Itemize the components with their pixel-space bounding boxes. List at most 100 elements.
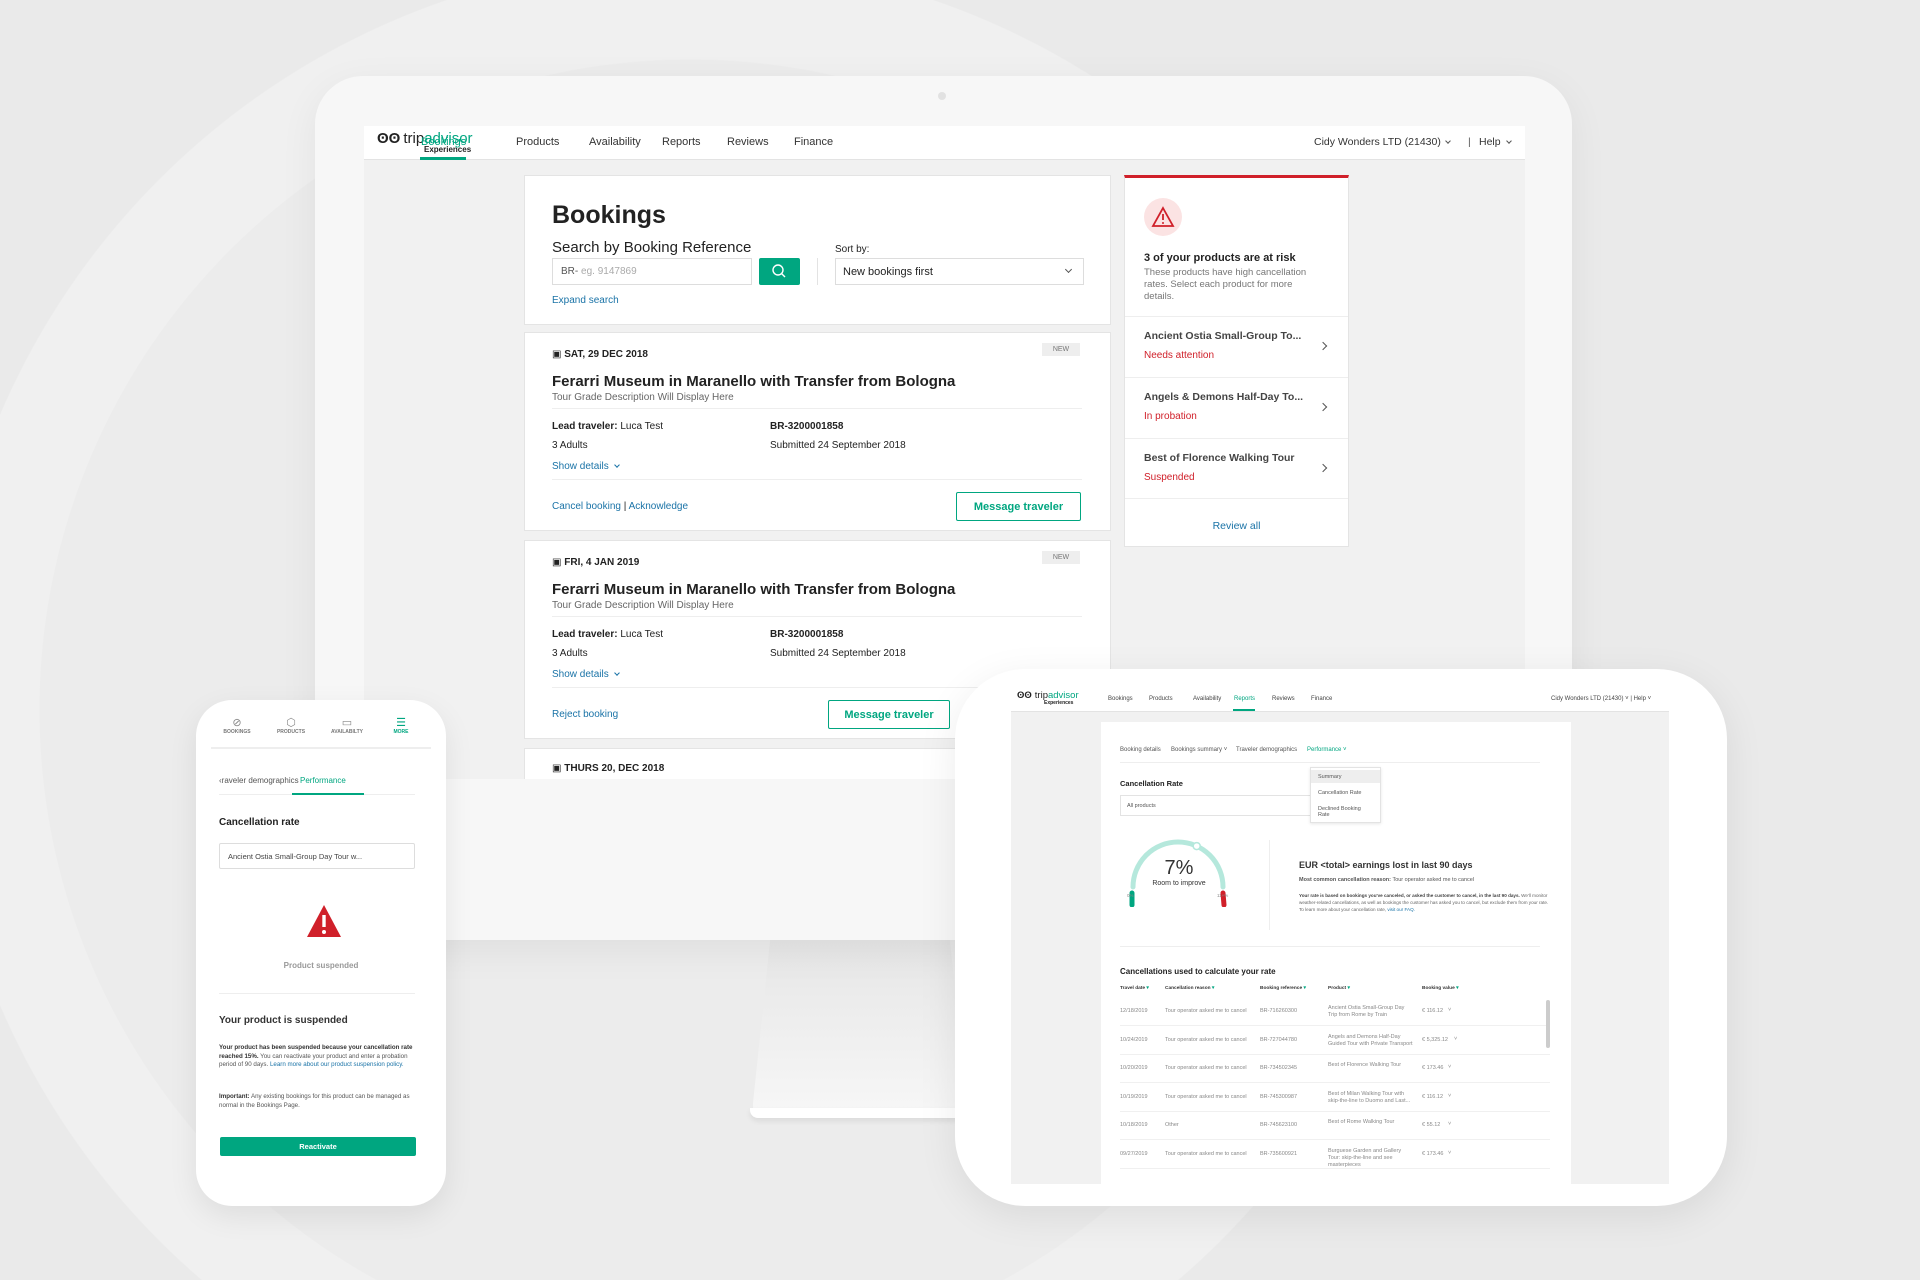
message-traveler-button[interactable]: Message traveler [828, 700, 950, 729]
divider [1269, 840, 1270, 930]
risk-item[interactable]: Best of Florence Walking Tour Suspended [1125, 438, 1348, 499]
column-header[interactable]: Booking value ▾ [1422, 986, 1459, 991]
tab-more[interactable]: ☰ MORE [381, 716, 421, 735]
table-row[interactable]: 10/24/2019 Tour operator asked me to canc… [1120, 1027, 1550, 1055]
expand-row-icon[interactable]: ˅ [1448, 1150, 1451, 1157]
acknowledge-link[interactable]: Acknowledge [629, 501, 688, 512]
tab-label: MORE [393, 729, 409, 735]
message-traveler-button[interactable]: Message traveler [956, 492, 1081, 521]
table-cell: Tour operator asked me to cancel [1165, 1150, 1247, 1157]
suspension-policy-link[interactable]: Learn more about our product suspension … [270, 1061, 404, 1068]
nav-availability[interactable]: Availability [589, 136, 641, 148]
expand-row-icon[interactable]: ˅ [1448, 1064, 1451, 1071]
table-cell: Other [1165, 1122, 1179, 1128]
booking-date-text: SAT, 29 DEC 2018 [564, 349, 648, 360]
subtab-performance[interactable]: Performance [300, 776, 346, 785]
booking-card: ▣ SAT, 29 DEC 2018 NEW Ferarri Museum in… [524, 332, 1111, 531]
risk-item-status: In probation [1144, 411, 1197, 422]
calendar-icon: ▣ [552, 763, 562, 774]
nav-availability[interactable]: Availability [1193, 696, 1221, 702]
chevron-right-icon [1318, 402, 1328, 412]
sort-arrow-icon: ▾ [1346, 986, 1350, 991]
nav-reviews[interactable]: Reviews [1272, 696, 1295, 702]
booking-description: Tour Grade Description Will Display Here [552, 600, 734, 611]
expand-row-icon[interactable]: ˅ [1448, 1093, 1451, 1100]
help-menu[interactable]: Help [1479, 136, 1512, 148]
help-menu[interactable]: Help [1634, 696, 1646, 702]
dropdown-item-declined-booking-rate[interactable]: Declined Booking Rate [1311, 802, 1380, 818]
dropdown-item-summary[interactable]: Summary [1311, 770, 1380, 783]
table-row[interactable]: 10/20/2019 Tour operator asked me to canc… [1120, 1055, 1550, 1083]
expand-row-icon[interactable]: ˅ [1448, 1121, 1451, 1128]
show-details-toggle[interactable]: Show details [552, 669, 621, 680]
account-menu[interactable]: Cidy Wonders LTD (21430) [1314, 136, 1453, 148]
search-label: Search by Booking Reference [552, 239, 752, 256]
expand-row-icon[interactable]: ˅ [1454, 1036, 1457, 1043]
tab-products[interactable]: ⬡ PRODUCTS [271, 716, 311, 735]
column-header[interactable]: Cancellation reason ▾ [1165, 986, 1214, 991]
risk-item[interactable]: Ancient Ostia Small-Group To... Needs at… [1125, 316, 1348, 377]
lead-traveler: Lead traveler: Luca Test [552, 629, 663, 640]
table-cell: 09/27/2019 [1120, 1150, 1148, 1157]
subtab-prev[interactable]: ‹raveler demographics [219, 776, 299, 785]
reject-booking-link[interactable]: Reject booking [552, 709, 618, 720]
table-row[interactable]: 10/18/2019 Other BR-745623100 Best of Rome … [1120, 1112, 1550, 1140]
review-all-link[interactable]: Review all [1125, 520, 1348, 532]
table-cell: Tour operator asked me to cancel [1165, 1036, 1247, 1043]
reactivate-button[interactable]: Reactivate [220, 1137, 416, 1156]
help-label: Help [1479, 136, 1501, 148]
table-cell: Tour operator asked me to cancel [1165, 1093, 1247, 1100]
subtab-booking-details[interactable]: Booking details [1120, 747, 1161, 753]
important-label: Important: [219, 1093, 250, 1100]
sort-select[interactable]: New bookings first [835, 258, 1084, 285]
divider [552, 616, 1082, 617]
common-reason: Most common cancellation reason: Tour op… [1299, 877, 1474, 883]
faq-link[interactable]: visit our FAQ. [1387, 907, 1415, 912]
nav-reviews[interactable]: Reviews [727, 136, 769, 148]
warning-icon [1144, 198, 1182, 236]
lead-name: Luca Test [620, 629, 663, 640]
column-header[interactable]: Product ▾ [1328, 986, 1350, 991]
nav-bookings[interactable]: Bookings [1108, 696, 1133, 702]
column-header[interactable]: Travel date ▾ [1120, 986, 1149, 991]
table-header: Travel date ▾ Cancellation reason ▾ Bookin… [1120, 984, 1550, 998]
expand-row-icon[interactable]: ˅ [1448, 1007, 1451, 1014]
nav-reports[interactable]: Reports [662, 136, 701, 148]
tripadvisor-logo[interactable]: ʘʘ tripadvisor Experiences [1017, 690, 1079, 706]
search-button[interactable] [759, 258, 800, 285]
cancellations-table: Travel date ▾ Cancellation reason ▾ Bookin… [1120, 984, 1550, 1184]
tablet-top-nav: ʘʘ tripadvisor Experiences Bookings Produ… [1011, 687, 1669, 712]
nav-products[interactable]: Products [1149, 696, 1173, 702]
tab-label: AVAILABILTY [331, 729, 363, 735]
tab-availability[interactable]: ▭ AVAILABILTY [323, 716, 371, 735]
booking-date: ▣ THURS 20, DEC 2018 [552, 763, 664, 774]
table-scrollbar[interactable] [1546, 1000, 1550, 1048]
account-menu[interactable]: Cidy Wonders LTD (21430) ˅ | Help ˅ [1551, 696, 1651, 702]
show-details-toggle[interactable]: Show details [552, 461, 621, 472]
product-select-value: Ancient Ostia Small-Group Day Tour w... [228, 852, 363, 861]
traveler-count: 3 Adults [552, 648, 588, 659]
submitted-date: Submitted 24 September 2018 [770, 440, 906, 451]
expand-search-link[interactable]: Expand search [552, 295, 619, 306]
subtab-bookings-summary[interactable]: Bookings summary ˅ [1171, 747, 1227, 753]
booking-reference-input[interactable]: BR- eg. 9147869 [552, 258, 752, 285]
subtab-active-indicator [292, 793, 364, 795]
dropdown-item-cancellation-rate[interactable]: Cancellation Rate [1311, 786, 1380, 799]
table-row[interactable]: 09/27/2019 Tour operator asked me to canc… [1120, 1141, 1550, 1169]
subtab-performance[interactable]: Performance ˅ [1307, 747, 1347, 753]
table-row[interactable]: 12/18/2019 Tour operator asked me to canc… [1120, 998, 1550, 1026]
subtab-traveler-demographics[interactable]: Traveler demographics [1236, 747, 1297, 753]
nav-reports[interactable]: Reports [1234, 696, 1255, 702]
sort-value: New bookings first [843, 266, 933, 278]
table-row[interactable]: 10/19/2019 Tour operator asked me to canc… [1120, 1084, 1550, 1112]
input-placeholder: eg. 9147869 [581, 266, 637, 277]
nav-finance[interactable]: Finance [1311, 696, 1332, 702]
risk-item[interactable]: Angels & Demons Half-Day To... In probat… [1125, 377, 1348, 438]
nav-products[interactable]: Products [516, 136, 559, 148]
cancel-booking-link[interactable]: Cancel booking [552, 501, 621, 512]
nav-finance[interactable]: Finance [794, 136, 833, 148]
tab-bookings[interactable]: ⊘ BOOKINGS [217, 716, 257, 735]
nav-bookings[interactable]: Bookings [421, 136, 466, 148]
product-select[interactable]: Ancient Ostia Small-Group Day Tour w... [219, 843, 415, 869]
column-header[interactable]: Booking reference ▾ [1260, 986, 1306, 991]
